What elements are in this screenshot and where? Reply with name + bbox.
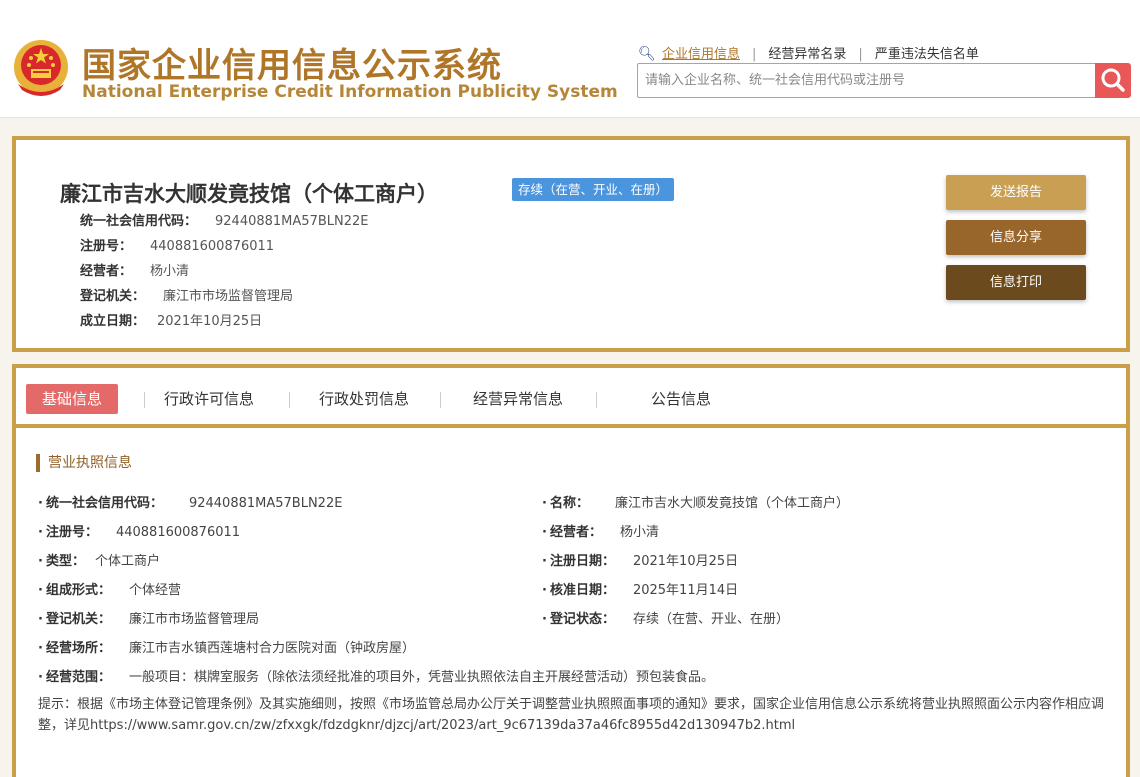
field-label: 经营者： — [549, 525, 602, 540]
send-report-button[interactable]: 发送报告 — [946, 175, 1086, 210]
divider: | — [858, 47, 863, 62]
bullet: · — [542, 496, 547, 511]
field-label: 统一社会信用代码： — [80, 214, 198, 229]
bullet: · — [542, 525, 547, 540]
field-value: 440881600876011 — [150, 239, 275, 254]
license-field: · 统一社会信用代码： 92440881MA57BLN22E — [38, 492, 342, 511]
license-field: · 经营场所： 廉江市吉水镇西莲塘村合力医院对面（钟政房屋） — [38, 637, 415, 656]
divider: | — [752, 47, 757, 62]
field-value: 2021年10月25日 — [632, 554, 739, 569]
link-abnormal-list[interactable]: 经营异常名录 — [768, 43, 846, 62]
tab-basic-info[interactable]: 基础信息 — [26, 384, 119, 414]
tab-abnormal-operation[interactable]: 经营异常信息 — [473, 384, 563, 414]
search-button[interactable] — [1095, 63, 1131, 98]
field-value: 廉江市吉水镇西莲塘村合力医院对面（钟政房屋） — [128, 641, 415, 656]
license-field: · 组成形式： 个体经营 — [38, 579, 181, 598]
field-value: 个体工商户 — [94, 554, 160, 569]
field-value: 存续（在营、开业、在册） — [632, 612, 789, 627]
search-icon: 🔍︎ — [638, 46, 656, 62]
bullet: · — [38, 583, 43, 598]
field-value: 廉江市市场监督管理局 — [128, 612, 259, 627]
field-label: 成立日期： — [80, 314, 146, 329]
bullet: · — [542, 583, 547, 598]
license-field: · 登记状态： 存续（在营、开业、在册） — [542, 608, 789, 627]
bullet: · — [38, 641, 43, 656]
field-value: 2025年11月14日 — [632, 583, 739, 598]
summary-field: 经营者： 杨小清 — [80, 260, 189, 279]
field-label: 类型： — [45, 554, 85, 569]
field-label: 注册号： — [80, 239, 133, 254]
field-label: 登记机关： — [80, 289, 146, 304]
field-label: 核准日期： — [549, 583, 615, 598]
enterprise-summary-card: 廉江市吉水大顺发竟技馆（个体工商户） 存续（在营、开业、在册） 统一社会信用代码… — [12, 136, 1130, 352]
divider — [144, 392, 145, 408]
license-field: · 注册日期： 2021年10月25日 — [542, 550, 738, 569]
link-enterprise-credit[interactable]: 企业信用信息 — [662, 43, 740, 62]
summary-field: 成立日期： 2021年10月25日 — [80, 310, 262, 329]
site-header: 国家企业信用信息公示系统 National Enterprise Credit … — [0, 0, 1140, 118]
status-badge: 存续（在营、开业、在册） — [512, 178, 675, 201]
tab-bar: 基础信息 行政许可信息 行政处罚信息 经营异常信息 公告信息 — [16, 368, 1126, 428]
search-box — [637, 63, 1095, 98]
field-value: 92440881MA57BLN22E — [215, 214, 369, 229]
bullet: · — [38, 554, 43, 569]
link-blacklist[interactable]: 严重违法失信名单 — [875, 43, 979, 62]
search-icon — [1101, 68, 1125, 92]
field-label: 登记机关： — [45, 612, 111, 627]
bullet: · — [38, 525, 43, 540]
field-label: 经营者： — [80, 264, 133, 279]
field-value: 92440881MA57BLN22E — [188, 496, 343, 511]
bullet: · — [542, 612, 547, 627]
field-label: 注册日期： — [549, 554, 615, 569]
field-label: 统一社会信用代码： — [45, 496, 163, 511]
field-label: 组成形式： — [45, 583, 111, 598]
field-label: 名称： — [549, 496, 589, 511]
tab-announcement[interactable]: 公告信息 — [651, 384, 711, 414]
national-emblem-icon — [14, 40, 68, 96]
license-field: · 核准日期： 2025年11月14日 — [542, 579, 738, 598]
search-input[interactable] — [638, 64, 1095, 97]
top-links: 🔍︎ 企业信用信息 | 经营异常名录 | 严重违法失信名单 — [638, 43, 979, 62]
tab-admin-penalty[interactable]: 行政处罚信息 — [319, 384, 409, 414]
field-value: 一般项目：棋牌室服务（除依法须经批准的项目外，凭营业执照依法自主开展经营活动）预… — [128, 670, 714, 685]
field-value: 杨小清 — [619, 525, 659, 540]
share-info-button[interactable]: 信息分享 — [946, 220, 1086, 255]
bullet: · — [38, 612, 43, 627]
field-value: 廉江市吉水大顺发竟技馆（个体工商户） — [614, 496, 849, 511]
license-field: · 登记机关： 廉江市市场监督管理局 — [38, 608, 259, 627]
print-info-button[interactable]: 信息打印 — [946, 265, 1086, 300]
field-value: 2021年10月25日 — [157, 314, 263, 329]
divider — [596, 392, 597, 408]
summary-field: 统一社会信用代码： 92440881MA57BLN22E — [80, 210, 368, 229]
section-title: 营业执照信息 — [36, 454, 132, 472]
notice-text: 提示：根据《市场主体登记管理条例》及其实施细则，按照《市场监管总局办公厅关于调整… — [38, 697, 1105, 733]
field-label: 经营范围： — [45, 670, 111, 685]
field-value: 廉江市市场监督管理局 — [163, 289, 294, 304]
license-field: · 类型： 个体工商户 — [38, 550, 160, 569]
divider — [289, 392, 290, 408]
site-title-cn: 国家企业信用信息公示系统 — [82, 46, 502, 86]
bullet: · — [542, 554, 547, 569]
license-field: · 经营者： 杨小清 — [542, 521, 659, 540]
field-value: 440881600876011 — [115, 525, 241, 540]
field-value: 个体经营 — [128, 583, 181, 598]
enterprise-name: 廉江市吉水大顺发竟技馆（个体工商户） — [60, 182, 438, 206]
field-value: 杨小清 — [150, 264, 190, 279]
detail-panel: 基础信息 行政许可信息 行政处罚信息 经营异常信息 公告信息 营业执照信息 · 统… — [12, 364, 1130, 777]
field-label: 登记状态： — [549, 612, 615, 627]
bullet: · — [38, 496, 43, 511]
license-field: · 名称： 廉江市吉水大顺发竟技馆（个体工商户） — [542, 492, 849, 511]
license-field: · 注册号： 440881600876011 — [38, 521, 240, 540]
field-label: 经营场所： — [45, 641, 111, 656]
field-label: 注册号： — [45, 525, 98, 540]
summary-field: 登记机关： 廉江市市场监督管理局 — [80, 285, 293, 304]
divider — [440, 392, 441, 408]
bullet: · — [38, 670, 43, 685]
license-field: · 经营范围： 一般项目：棋牌室服务（除依法须经批准的项目外，凭营业执照依法自主开展… — [38, 666, 714, 685]
tab-admin-license[interactable]: 行政许可信息 — [164, 384, 254, 414]
summary-field: 注册号： 440881600876011 — [80, 235, 274, 254]
site-title-en: National Enterprise Credit Information P… — [82, 82, 618, 102]
